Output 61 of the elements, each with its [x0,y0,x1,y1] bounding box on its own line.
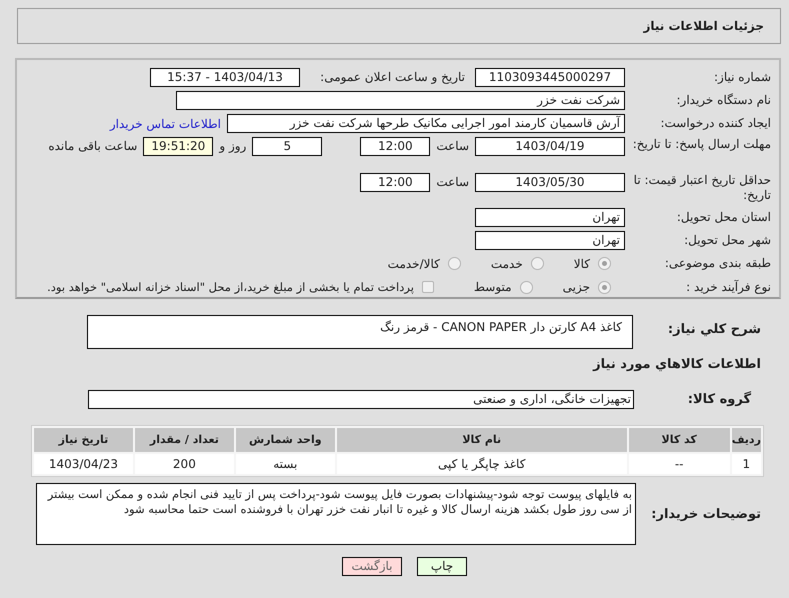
table-cell: کاغذ چاپگر یا کپی [336,454,627,474]
field-label: طبقه بندی موضوعی: [664,256,771,272]
radio-button[interactable] [520,280,533,294]
field-label: گروه کالا: [686,390,752,408]
column-header: تاریخ نیاز [34,428,133,452]
field-label: شرح کلي نياز: [666,321,761,339]
radio-button[interactable] [448,257,461,270]
value-field: 1103093445000297 [475,68,625,87]
countdown-field: 19:51:20 [143,137,214,156]
table-cell: 1 [732,454,761,474]
field-label: توضیحات خریدار: [650,506,761,524]
radio-label: کالا [574,256,590,273]
value-field: تهران [475,208,625,228]
value-field: 12:00 [360,172,430,192]
field-label: شهر محل تحویل: [683,233,771,248]
table-cell: -- [628,454,730,474]
column-header: نام کالا [336,428,627,452]
field-label: ساعت [436,174,469,191]
contact-link[interactable]: اطلاعات تماس خریدار [110,114,221,132]
column-header: ردیف [732,428,761,452]
value-field: 12:00 [360,137,430,156]
field-label: ساعت [436,138,469,155]
value-field: 1403/05/30 [475,172,625,192]
section-title: اطلاعات کالاهاي مورد نياز [592,356,761,374]
radio-button[interactable] [598,257,611,270]
checkbox[interactable] [422,281,434,294]
radio-button[interactable] [598,280,611,294]
radio-label: خدمت [490,256,523,273]
description-textarea[interactable]: کاغذ A4 کارتن دار CANON PAPER - قرمز رنگ [87,315,633,349]
radio-label: جزیی [562,279,590,296]
field-label: مهلت ارسال پاسخ: تا تاریخ: [632,137,771,152]
checkbox-label: پرداخت تمام یا بخشی از مبلغ خرید،از محل "اسناد خزانه اسلامی" خواهد بود. [47,278,414,296]
page-title: جزئیات اطلاعات نیاز [643,18,764,35]
back-button[interactable]: بازگشت [342,557,402,576]
field-label: استان محل تحویل: [676,210,771,226]
field-label: شماره نیاز: [713,70,771,85]
radio-button[interactable] [530,257,544,270]
value-field: 1403/04/13 - 15:37 [150,68,300,87]
value-field: 5 [252,137,322,156]
print-button[interactable]: چاپ [417,557,467,576]
field-label: نوع فرآیند خرید : [685,280,771,295]
table-cell: 200 [134,454,234,474]
radio-label: متوسط [474,279,512,296]
field-label: روز و [219,138,246,155]
value-field: آرش قاسمیان کارمند امور اجرایی مکانیک طرحها شرکت نفت خزر [227,114,625,133]
radio-label: کالا/خدمت [388,256,440,273]
goods-group-field: تجهیزات خانگی، اداری و صنعتی [88,390,634,409]
column-header: تعداد / مقدار [134,428,234,452]
value-field: تهران [475,231,625,250]
field-label: نام دستگاه خریدار: [676,93,771,108]
value-field: شرکت نفت خزر [176,91,625,110]
value-field: 1403/04/19 [475,137,625,156]
field-label: ایجاد کننده درخواست: [659,116,771,131]
notes-textarea[interactable]: به فایلهای پیوست توجه شود-پیشنهادات بصورت فایل پیوست شود-پرداخت پس از تایید فنی انجام شده و ممکن است بیشتر از سی روز طول بکشد هزینه ارسال کالا و غیره تا انبار نفت خزر تهران با فروشنده است حتما محاسبه شود [36,483,636,545]
column-header: کد کالا [628,428,730,452]
field-label: تاریخ و ساعت اعلان عمومی: [319,70,465,85]
column-header: واحد شمارش [236,428,335,452]
field-label: ساعت باقی مانده [48,138,138,155]
field-label: حداقل تاریخ اعتبار قیمت: تا تاریخ: [632,172,771,203]
table-cell: 1403/04/23 [34,454,133,474]
table-cell: بسته [236,454,335,474]
